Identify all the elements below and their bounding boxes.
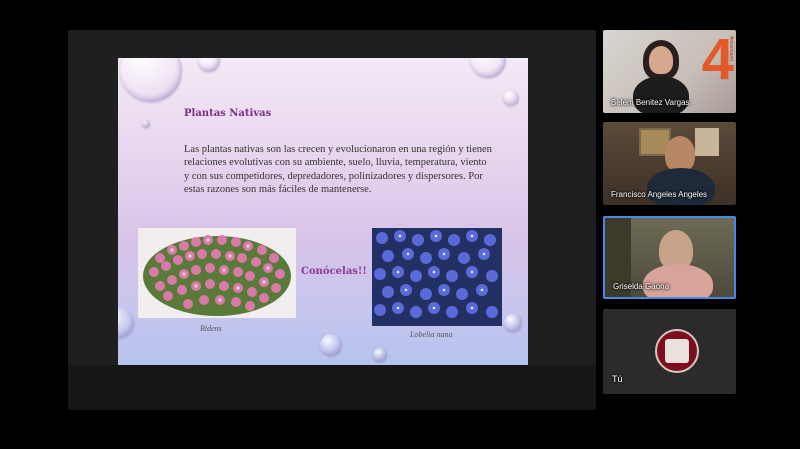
participant-tile[interactable]: 4 Aniversario Belem Benitez Vargas: [603, 30, 736, 113]
water-drop: [142, 120, 150, 128]
participant-video: [649, 46, 673, 74]
participant-video: [665, 136, 695, 172]
wall-picture: [695, 128, 719, 156]
presentation-slide: Plantas Nativas Las plantas nativas son …: [118, 58, 528, 365]
participant-name: Francisco Angeles Angeles: [611, 190, 708, 199]
participant-name: Griselda Gaona: [613, 282, 670, 291]
bidens-flower-image: [138, 228, 296, 318]
water-drop: [120, 58, 182, 102]
slide-title: Plantas Nativas: [184, 108, 272, 119]
lobelia-flower-image: [372, 228, 502, 326]
water-drop: [470, 58, 506, 78]
participant-tile[interactable]: Francisco Angeles Angeles: [603, 122, 736, 205]
anniversary-label: Aniversario: [728, 36, 734, 62]
water-drop: [503, 90, 519, 106]
participant-video: [647, 168, 715, 205]
water-drop: [198, 58, 220, 72]
participant-name: Tú: [612, 374, 623, 384]
participant-name: Belem Benitez Vargas: [611, 98, 690, 107]
water-drop: [373, 348, 387, 362]
participant-video: [633, 76, 689, 113]
avatar: [655, 329, 699, 373]
image-caption-bidens: Bidens: [200, 324, 222, 333]
slide-body-text: Las plantas nativas son las crecen y evo…: [184, 144, 492, 195]
participant-tile-active-speaker[interactable]: Griselda Gaona: [603, 216, 736, 299]
image-caption-lobelia: Lobelia nana: [410, 330, 453, 339]
shared-screen-bottom-bar: [68, 365, 596, 410]
crest-icon: [665, 339, 689, 363]
slide-callout: Conócelas!!: [301, 266, 367, 277]
water-drop: [320, 334, 342, 356]
water-drop: [118, 308, 134, 338]
self-view-tile[interactable]: Tú: [603, 309, 736, 394]
water-drop: [504, 314, 522, 332]
